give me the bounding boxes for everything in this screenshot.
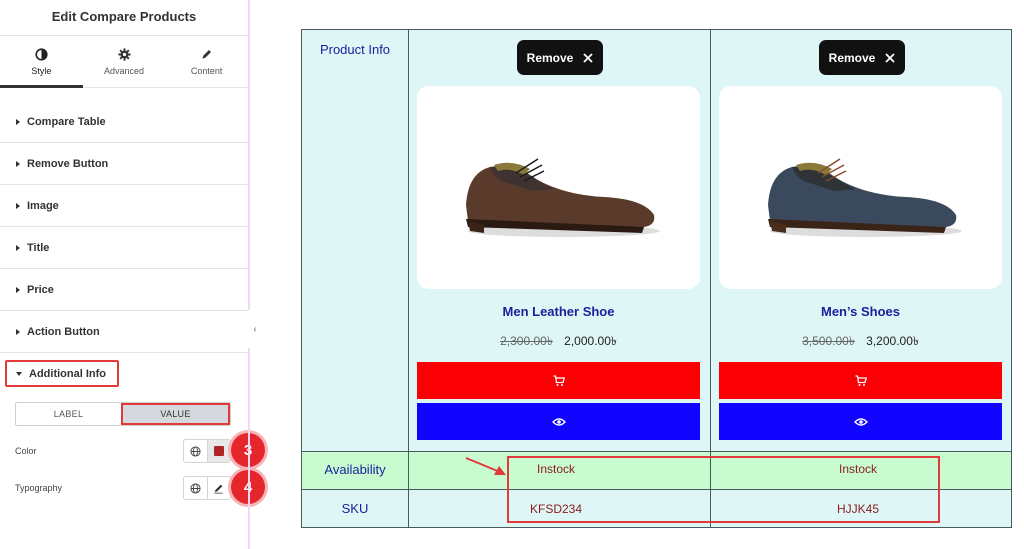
globe-icon[interactable] <box>184 440 207 462</box>
product-info-label: Product Info <box>319 42 391 57</box>
column-divider <box>710 30 711 527</box>
section-compare-table[interactable]: Compare Table <box>0 101 248 143</box>
typography-control <box>183 476 231 500</box>
section-remove-button[interactable]: Remove Button <box>0 143 248 185</box>
caret-right-icon <box>16 328 20 335</box>
highlight-box <box>5 360 119 387</box>
section-label: Image <box>27 199 59 212</box>
caret-right-icon <box>16 244 20 251</box>
add-to-cart-button[interactable] <box>719 362 1002 399</box>
tab-advanced-label: Advanced <box>103 65 145 76</box>
close-icon <box>583 52 593 63</box>
collapse-panel-button[interactable]: ‹ <box>248 310 262 348</box>
section-price[interactable]: Price <box>0 269 248 311</box>
color-swatch-button[interactable] <box>206 440 230 462</box>
product-price: 3,500.00৳ 3,200.00৳ <box>719 333 1002 353</box>
color-label: Color <box>15 446 37 456</box>
leather-shoe-image <box>465 157 660 237</box>
product-image-card[interactable] <box>719 86 1002 289</box>
section-image[interactable]: Image <box>0 185 248 227</box>
eye-icon <box>853 417 868 426</box>
sku-label: SKU <box>341 501 369 516</box>
product-image-card[interactable] <box>417 86 700 289</box>
old-price: 2,300.00৳ <box>500 334 553 348</box>
cart-icon <box>855 374 867 386</box>
eye-icon <box>551 417 566 426</box>
remove-label: Remove <box>526 50 574 65</box>
row-divider <box>302 451 1011 452</box>
new-price: 2,000.00৳ <box>564 334 617 348</box>
section-label: Compare Table <box>27 115 106 128</box>
caret-right-icon <box>16 202 20 209</box>
panel-title: Edit Compare Products <box>0 0 248 36</box>
arrow-icon <box>465 457 506 475</box>
tab-content[interactable]: Content <box>165 36 248 87</box>
label-value-switch: LABEL VALUE <box>15 402 231 426</box>
chevron-left-icon: ‹ <box>253 323 257 335</box>
old-price: 3,500.00৳ <box>802 334 855 348</box>
pencil-icon <box>202 49 212 59</box>
edit-pencil-icon[interactable] <box>206 477 231 499</box>
close-icon <box>885 52 895 63</box>
section-label: Title <box>27 241 50 254</box>
contrast-icon <box>35 47 48 61</box>
quick-view-button[interactable] <box>719 403 1002 440</box>
section-label: Price <box>27 283 54 296</box>
panel-tabs: Style Advanced Content <box>0 36 248 88</box>
panel-divider <box>248 0 250 549</box>
quick-view-button[interactable] <box>417 403 700 440</box>
segment-label-button[interactable]: LABEL <box>16 403 121 425</box>
segment-value-button[interactable]: VALUE <box>121 403 230 425</box>
cart-icon <box>553 374 565 386</box>
column-divider <box>408 30 409 527</box>
color-swatch <box>213 446 224 456</box>
caret-right-icon <box>16 286 20 293</box>
remove-button[interactable]: Remove <box>819 40 905 75</box>
tab-style-label: Style <box>31 65 52 76</box>
tab-content-label: Content <box>190 65 223 76</box>
section-label: Action Button <box>27 325 100 338</box>
editor-panel: Edit Compare Products Style Advanced Con… <box>0 0 265 549</box>
product-title[interactable]: Men’s Shoes <box>719 304 1002 319</box>
compare-table: Product Info Availability SKU Remove Men… <box>301 29 1012 528</box>
add-to-cart-button[interactable] <box>417 362 700 399</box>
caret-right-icon <box>16 160 20 167</box>
new-price: 3,200.00৳ <box>866 334 919 348</box>
product-price: 2,300.00৳ 2,000.00৳ <box>417 333 700 353</box>
typography-label: Typography <box>15 483 63 493</box>
section-label: Remove Button <box>27 157 109 170</box>
gear-icon <box>117 47 131 61</box>
tab-style[interactable]: Style <box>0 36 83 88</box>
globe-icon[interactable] <box>184 477 207 499</box>
availability-label: Availability <box>324 462 386 477</box>
blue-shoe-image <box>767 157 962 237</box>
caret-right-icon <box>16 118 20 125</box>
tab-advanced[interactable]: Advanced <box>83 36 166 87</box>
remove-button[interactable]: Remove <box>517 40 603 75</box>
color-control <box>183 439 231 463</box>
highlight-box <box>507 456 940 523</box>
section-action-button[interactable]: Action Button <box>0 311 248 353</box>
remove-label: Remove <box>828 50 876 65</box>
product-title[interactable]: Men Leather Shoe <box>417 304 700 319</box>
section-title[interactable]: Title <box>0 227 248 269</box>
